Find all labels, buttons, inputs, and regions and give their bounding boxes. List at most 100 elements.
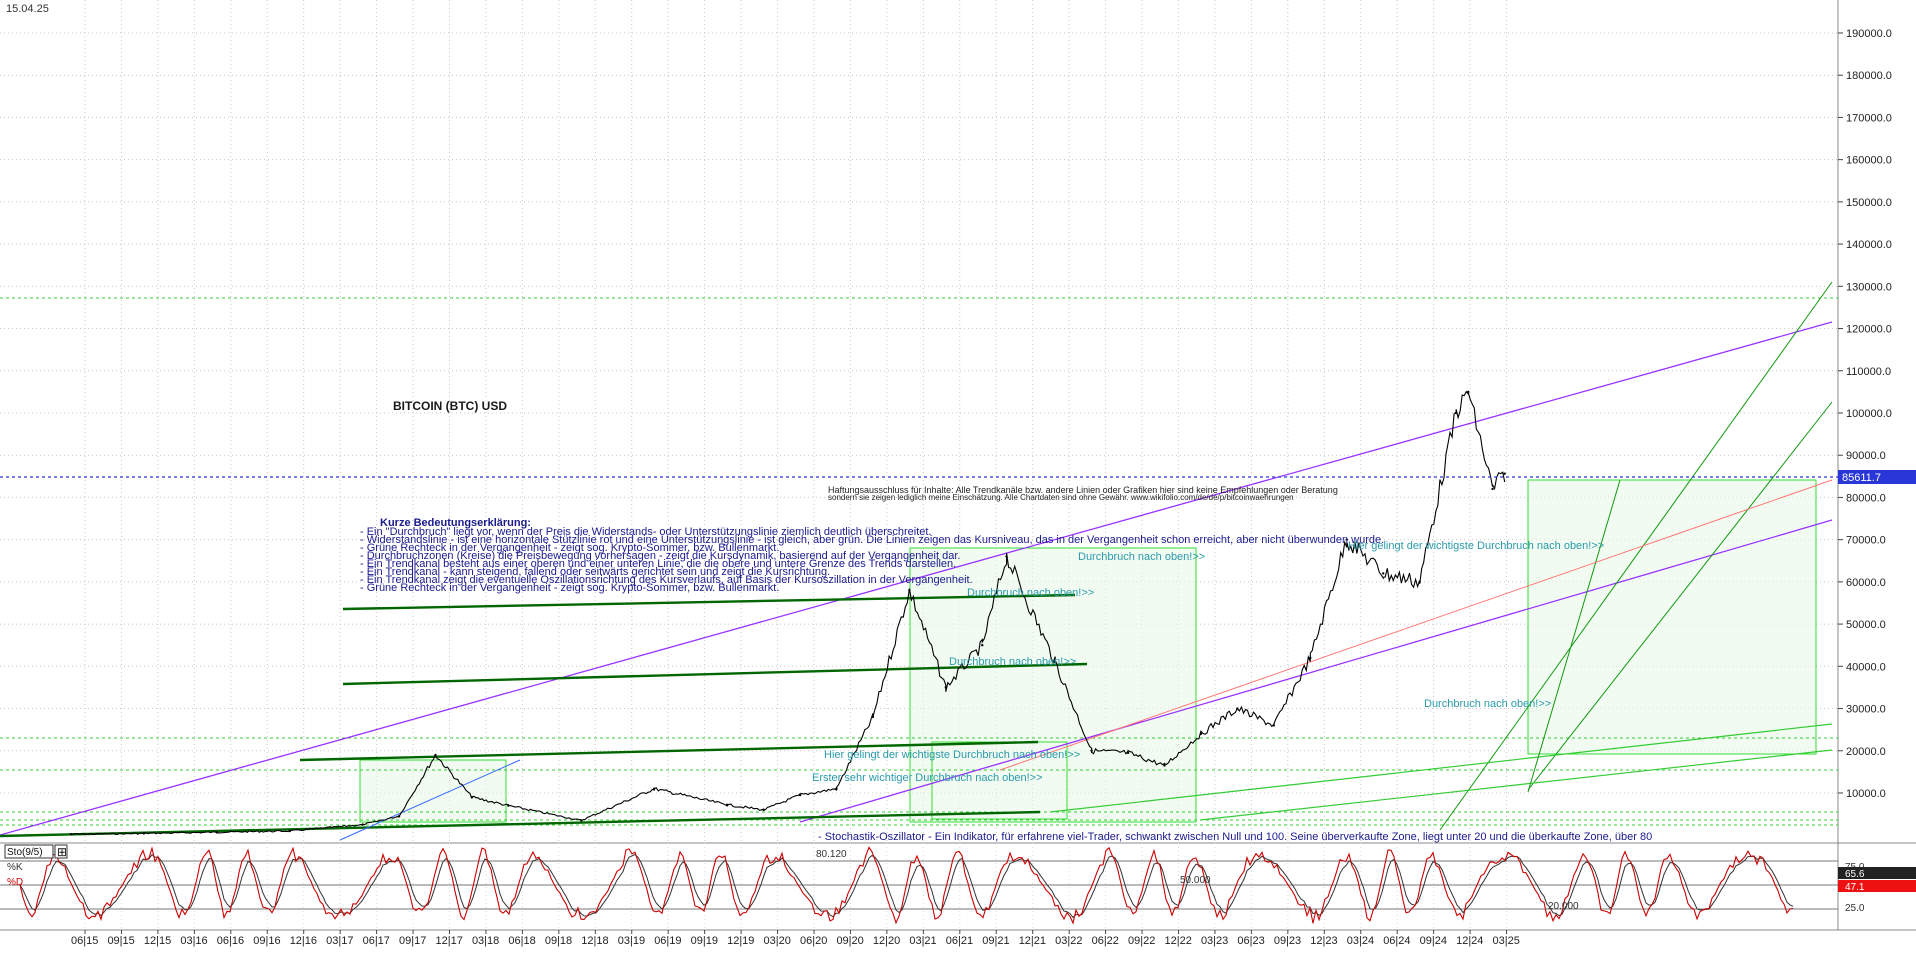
first-breakout-label: Erster sehr wichtiger Durchbruch nach ob… [812, 772, 1043, 784]
price-point [1467, 390, 1470, 394]
time-tick-label: 03|17 [326, 935, 353, 947]
price-point [762, 808, 765, 812]
stoch-tick-25: 25.0 [1845, 903, 1865, 914]
price-tick-label: 40000.0 [1846, 661, 1886, 673]
price-point [1090, 749, 1093, 752]
chart-window: 190000.0 180000.0 170000.0 160000.0 150000.0… [0, 0, 1916, 948]
time-tick-label: 09|18 [545, 935, 572, 947]
price-point [288, 829, 291, 833]
explanation-line: - Grüne Rechteck in der Vergangenheit - … [360, 582, 779, 594]
disclaimer-line-2: sondern sie zeigen lediglich meine Einsc… [828, 493, 1294, 502]
time-tick-label: 12|20 [873, 935, 900, 947]
price-point [1236, 707, 1239, 710]
bull-zone [359, 759, 507, 823]
price-point [798, 793, 802, 797]
time-tick-label: 06|22 [1092, 935, 1119, 947]
time-tick-label: 09|20 [836, 935, 863, 947]
time-tick-label: 09|19 [691, 935, 718, 947]
price-tick-label: 160000.0 [1846, 155, 1892, 167]
price-point [361, 823, 364, 826]
plus-icon: ⊞ [57, 845, 67, 859]
price-tick-label: 180000.0 [1846, 70, 1892, 82]
time-tick-label: 12|18 [581, 935, 608, 947]
time-tick-label: 06|18 [508, 935, 535, 947]
k-label: %K [7, 862, 23, 873]
price-axis: 190000.0 180000.0 170000.0 160000.0 150000.0… [1838, 28, 1892, 800]
price-tick-label: 30000.0 [1846, 704, 1886, 716]
breakout-label: Durchbruch nach oben!>> [949, 656, 1076, 668]
time-tick-label: 06|16 [217, 935, 244, 947]
price-point [1309, 656, 1312, 660]
time-tick-label: 06|17 [363, 935, 390, 947]
time-tick-label: 03|25 [1493, 935, 1520, 947]
time-tick-label: 03|21 [909, 935, 936, 947]
chart-date: 15.04.25 [6, 3, 49, 15]
stoch-k-value: 65.6 [1845, 869, 1865, 880]
important-breakout-label: Hier gelingt der wichtigste Durchbruch n… [1348, 540, 1604, 552]
time-tick-label: 09|16 [253, 935, 280, 947]
time-tick-label: 06|24 [1383, 935, 1410, 947]
indicator-name: Sto(9/5) [7, 847, 43, 858]
time-tick-label: 03|16 [180, 935, 207, 947]
breakout-label: Durchbruch nach oben!>> [1078, 551, 1205, 563]
time-tick-label: 12|19 [727, 935, 754, 947]
price-point [871, 715, 875, 719]
time-tick-label: 06|19 [654, 935, 681, 947]
price-point [1491, 487, 1494, 491]
time-tick-label: 03|19 [618, 935, 645, 947]
time-tick-label: 12|16 [290, 935, 317, 947]
price-point [1126, 751, 1130, 755]
stoch-level-50: 50.000 [1180, 875, 1211, 886]
important-breakout-label: Hier gelingt der wichtigste Durchbruch n… [824, 749, 1080, 761]
price-point [981, 644, 984, 647]
price-point [434, 753, 437, 757]
time-tick-label: 12|17 [436, 935, 463, 947]
price-tick-label: 70000.0 [1846, 535, 1886, 547]
price-point [1005, 555, 1008, 558]
price-point [470, 796, 474, 799]
price-point [507, 804, 510, 807]
price-tick-label: 130000.0 [1846, 281, 1892, 293]
stoch-level-80: 80.120 [816, 849, 847, 860]
time-tick-label: 06|23 [1237, 935, 1264, 947]
price-point [1163, 764, 1166, 767]
stoch-level-20: 20.000 [1548, 901, 1579, 912]
price-point [908, 589, 911, 592]
time-tick-label: 09|15 [107, 935, 134, 947]
stochastic-note: - Stochastik-Oszillator - Ein Indikator,… [818, 831, 1652, 843]
price-tick-label: 110000.0 [1846, 366, 1891, 378]
d-label: %D [7, 877, 23, 888]
price-point [1418, 580, 1421, 584]
time-tick-label: 12|15 [144, 935, 171, 947]
time-tick-label: 12|23 [1310, 935, 1337, 947]
chart-canvas: 190000.0 180000.0 170000.0 160000.0 150000.0… [0, 0, 1916, 947]
time-tick-label: 06|15 [71, 935, 98, 947]
bull-zone [1527, 479, 1817, 755]
time-tick-label: 06|21 [946, 935, 973, 947]
price-tick-label: 20000.0 [1846, 746, 1886, 758]
time-tick-label: 12|21 [1019, 935, 1046, 947]
price-tick-label: 140000.0 [1846, 239, 1892, 251]
chart-title: BITCOIN (BTC) USD [393, 399, 507, 413]
time-tick-label: 06|20 [800, 935, 827, 947]
price-point [835, 787, 838, 790]
time-tick-label: 09|17 [399, 935, 426, 947]
price-tick-label: 10000.0 [1846, 788, 1886, 800]
time-tick-label: 03|23 [1201, 935, 1228, 947]
price-tick-label: 50000.0 [1846, 619, 1886, 631]
time-tick-label: 03|22 [1055, 935, 1082, 947]
last-price-value: 85611.7 [1842, 472, 1881, 484]
time-tick-label: 12|24 [1456, 935, 1483, 947]
price-point [725, 803, 729, 807]
breakout-label: Durchbruch nach oben!>> [1424, 698, 1551, 710]
time-tick-label: 09|21 [982, 935, 1009, 947]
stoch-d-value: 47.1 [1845, 882, 1865, 893]
price-point [397, 815, 401, 818]
breakout-label: Durchbruch nach oben!>> [967, 587, 1094, 599]
price-point [944, 686, 947, 689]
time-axis: 06|15 09|15 12|15 03|16 06|16 09|16 12|16 03|17… [71, 930, 1520, 947]
time-tick-label: 12|22 [1165, 935, 1192, 947]
price-tick-label: 100000.0 [1846, 408, 1892, 420]
price-point [1272, 724, 1276, 727]
price-point [69, 833, 73, 836]
